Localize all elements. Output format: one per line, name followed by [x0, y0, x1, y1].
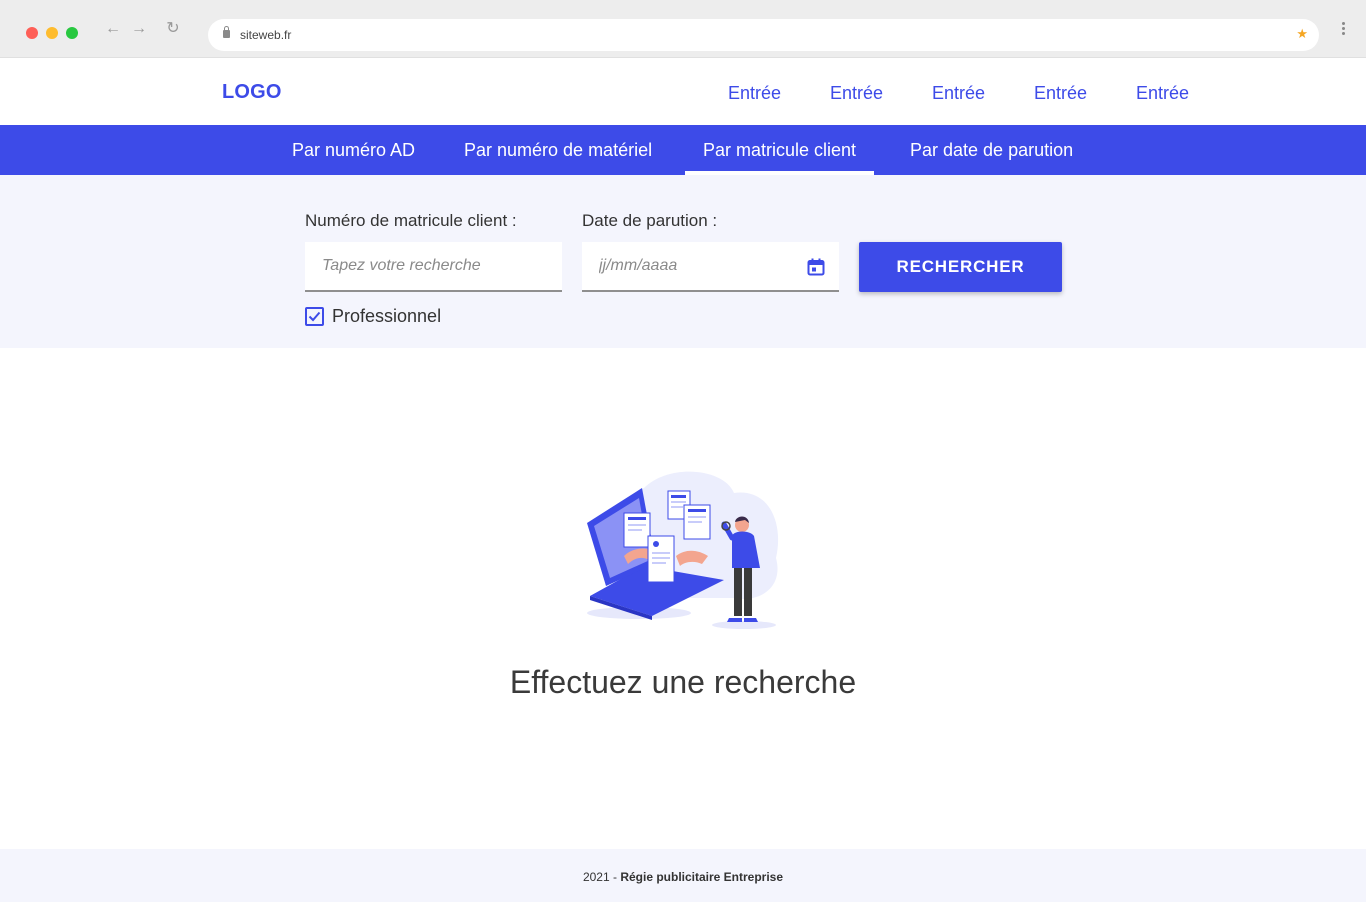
nav-link-5[interactable]: Entrée	[1136, 83, 1238, 104]
date-label: Date de parution :	[582, 211, 718, 230]
maximize-window-button[interactable]	[66, 27, 78, 39]
professional-checkbox-row[interactable]: Professionnel	[305, 306, 441, 326]
matricule-input[interactable]	[305, 242, 562, 290]
lock-icon	[223, 26, 230, 38]
professional-checkbox[interactable]	[305, 306, 324, 326]
calendar-icon[interactable]	[807, 258, 825, 276]
close-window-button[interactable]	[26, 27, 38, 39]
back-arrow-icon[interactable]: ←	[104, 20, 122, 38]
footer-company: Régie publicitaire Entreprise	[620, 870, 784, 884]
nav-link-1[interactable]: Entrée	[728, 83, 830, 104]
reload-icon[interactable]: ↻	[164, 20, 182, 38]
nav-link-2[interactable]: Entrée	[830, 83, 932, 104]
forward-arrow-icon[interactable]: →	[130, 20, 148, 38]
nav-link-4[interactable]: Entrée	[1034, 83, 1136, 104]
browser-chrome: ← → ↻ siteweb.fr ★	[0, 0, 1366, 58]
nav-link-3[interactable]: Entrée	[932, 83, 1034, 104]
search-button[interactable]: RECHERCHER	[859, 242, 1062, 292]
checkmark-icon	[308, 311, 321, 321]
date-field-wrapper	[582, 242, 839, 292]
address-bar[interactable]: siteweb.fr ★	[208, 19, 1319, 51]
site-footer: 2021 - Régie publicitaire Entreprise	[0, 849, 1366, 902]
professional-checkbox-label: Professionnel	[332, 305, 442, 326]
footer-year: 2021 -	[582, 870, 621, 884]
tab-numero-materiel[interactable]: Par numéro de matériel	[446, 125, 670, 175]
main-nav: Entrée Entrée Entrée Entrée Entrée	[728, 83, 1238, 104]
tab-matricule-client[interactable]: Par matricule client	[685, 125, 875, 175]
matricule-field-wrapper	[305, 242, 562, 292]
date-input[interactable]	[582, 242, 839, 290]
bookmark-star-icon[interactable]: ★	[1296, 26, 1308, 42]
tab-date-parution[interactable]: Par date de parution	[892, 125, 1091, 175]
search-tabs: Par numéro AD Par numéro de matériel Par…	[0, 125, 1366, 175]
url-text: siteweb.fr	[240, 28, 292, 42]
site-header: LOGO Entrée Entrée Entrée Entrée Entrée	[0, 58, 1366, 125]
matricule-label: Numéro de matricule client :	[305, 211, 517, 230]
browser-menu-icon[interactable]	[1342, 22, 1346, 36]
empty-state-message: Effectuez une recherche	[509, 664, 857, 700]
search-panel: Numéro de matricule client : Date de par…	[0, 175, 1366, 348]
logo[interactable]: LOGO	[222, 81, 282, 104]
search-illustration	[587, 471, 779, 629]
minimize-window-button[interactable]	[46, 27, 58, 39]
tab-numero-ad[interactable]: Par numéro AD	[274, 125, 433, 175]
